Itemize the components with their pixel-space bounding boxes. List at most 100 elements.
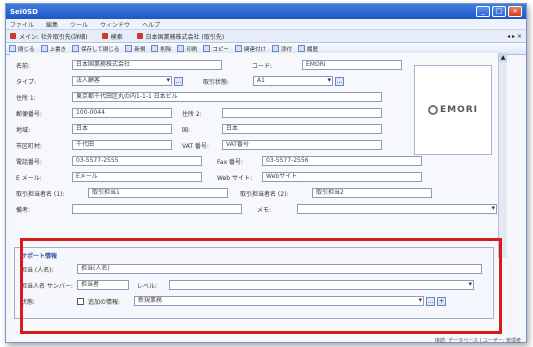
name-label: 名前: <box>16 62 31 70</box>
row-memo: 備考: メモ: <box>16 203 497 215</box>
status-bar: 接続: データベース | ユーザー: 管理者 <box>434 338 521 344</box>
tab-main[interactable]: メイン: 社外取引先(詳細) <box>10 32 88 41</box>
company-logo: EMORI <box>427 105 479 115</box>
history-icon <box>297 45 305 52</box>
city-field[interactable]: 千代田 <box>72 140 172 150</box>
save-close-icon <box>72 45 80 52</box>
copy-label: コピー <box>212 46 229 53</box>
menu-window[interactable]: ウィンドウ <box>100 20 130 29</box>
highlight-box <box>20 238 502 334</box>
account-icon <box>136 33 143 39</box>
address-field[interactable]: 東京都千代田区丸の内1-1-1 日本ビル <box>72 92 382 102</box>
minimize-button[interactable]: _ <box>476 6 490 17</box>
new-label: 新規 <box>134 46 146 53</box>
address2-field[interactable] <box>222 108 382 118</box>
postal-field[interactable]: 100-0044 <box>72 108 172 118</box>
tab-account-label: 日本国業務株式会社 (取引先) <box>145 33 225 41</box>
region-label: 地域: <box>16 126 31 134</box>
tab-account[interactable]: 日本国業務株式会社 (取引先) <box>136 32 225 41</box>
new-icon <box>125 45 133 52</box>
print-label: 印刷 <box>186 46 198 53</box>
rank-select[interactable]: A1 <box>253 76 333 86</box>
close-doc-icon <box>9 45 16 52</box>
save-close-button[interactable]: 保存して閉じる <box>72 45 119 53</box>
print-icon <box>177 45 185 52</box>
search-icon <box>101 33 108 39</box>
code-label: コード: <box>252 62 273 70</box>
maximize-button[interactable]: □ <box>492 6 506 17</box>
delete-label: 削除 <box>160 46 172 53</box>
logo-ring-icon <box>427 105 438 115</box>
vat-label: VAT 番号: <box>182 142 209 150</box>
type-lookup-button[interactable]: … <box>174 76 183 86</box>
record-icon <box>10 33 16 39</box>
window-title: Sei0SD <box>10 7 38 16</box>
row-phone: 電話番号: 03-5577-2555 Fax 番号: 03-5577-2556 <box>16 155 422 167</box>
rank-lookup-button[interactable]: … <box>335 76 344 86</box>
memo-label: 備考: <box>16 206 31 214</box>
row-address: 住所 1: 東京都千代田区丸の内1-1-1 日本ビル <box>16 91 382 103</box>
overwrite-button[interactable]: 上書き <box>40 45 67 53</box>
phone-label: 電話番号: <box>16 158 43 166</box>
region-field[interactable]: 日本 <box>72 124 172 134</box>
web-field[interactable]: Webサイト <box>262 172 422 182</box>
country-field[interactable]: 日本 <box>222 124 382 134</box>
scroll-up-icon[interactable]: ▲ <box>499 53 507 62</box>
row-postal: 郵便番号: 100-0044 住所 2: <box>16 107 382 119</box>
close-doc-button[interactable]: 閉じる <box>9 45 35 53</box>
title-bar: Sei0SD _ □ × <box>6 4 526 19</box>
close-doc-label: 閉じる <box>18 46 35 53</box>
attach-label: 添付 <box>280 46 292 53</box>
fax-field[interactable]: 03-5577-2556 <box>262 156 422 166</box>
memo-field[interactable] <box>72 204 242 214</box>
menu-help[interactable]: ヘルプ <box>142 20 160 29</box>
logo-panel: EMORI <box>414 65 492 155</box>
city-label: 市区町村: <box>16 142 43 150</box>
close-button[interactable]: × <box>508 6 522 17</box>
code-field[interactable]: EMORI <box>302 60 402 70</box>
type-select[interactable]: 法人顧客 <box>72 76 172 86</box>
contact1-field[interactable]: 取引担当1 <box>88 188 228 198</box>
menu-file[interactable]: ファイル <box>10 20 34 29</box>
paperclip-icon <box>271 45 279 52</box>
tab-nav-controls[interactable]: ◂ ▸ × <box>507 33 522 40</box>
row-email: E メール: Eメール Web サイト: Webサイト <box>16 171 422 183</box>
row-city: 市区町村: 千代田 VAT 番号: VAT番号 <box>16 139 382 151</box>
save-close-label: 保存して閉じる <box>81 46 120 53</box>
history-button[interactable]: 履歴 <box>297 45 318 53</box>
menu-edit[interactable]: 編集 <box>46 20 58 29</box>
new-button[interactable]: 新規 <box>125 45 145 53</box>
row-name: 名前: 日本国業務株式会社 コード: EMORI <box>16 59 402 71</box>
country-label: 国: <box>182 126 191 134</box>
memo2-label: メモ: <box>257 206 272 214</box>
menu-bar: ファイル 編集 ツール ウィンドウ ヘルプ <box>6 19 526 30</box>
name-field[interactable]: 日本国業務株式会社 <box>72 60 222 70</box>
link-icon <box>234 45 242 52</box>
delete-icon <box>151 45 159 52</box>
row-type: タイプ: 法人顧客 … 取引状態: A1 … <box>16 75 344 87</box>
print-button[interactable]: 印刷 <box>177 45 197 53</box>
address2-label: 住所 2: <box>182 110 202 118</box>
memo2-select[interactable] <box>297 204 497 214</box>
copy-button[interactable]: コピー <box>203 45 229 53</box>
history-label: 履歴 <box>306 46 318 53</box>
copy-icon <box>203 45 211 52</box>
attach-button[interactable]: 添付 <box>271 45 292 53</box>
contact2-field[interactable]: 取引担当2 <box>312 188 432 198</box>
disk-icon <box>40 45 48 52</box>
tab-search-label: 検索 <box>110 33 123 41</box>
menu-tools[interactable]: ツール <box>70 20 88 29</box>
tab-search[interactable]: 検索 <box>101 32 123 41</box>
delete-button[interactable]: 削除 <box>151 45 171 53</box>
vat-field[interactable]: VAT番号 <box>222 140 382 150</box>
overwrite-label: 上書き <box>49 46 67 53</box>
vertical-scrollbar[interactable]: ▲ <box>498 53 507 258</box>
fax-label: Fax 番号: <box>217 158 244 166</box>
row-contacts: 取引担当者名 (1): 取引担当1 取引担当者名 (2): 取引担当2 <box>16 187 432 199</box>
email-label: E メール: <box>16 174 42 182</box>
rank-label: 取引状態: <box>203 78 230 86</box>
email-field[interactable]: Eメール <box>72 172 202 182</box>
phone-field[interactable]: 03-5577-2555 <box>72 156 202 166</box>
logo-text: EMORI <box>439 105 479 115</box>
link-button[interactable]: 関連付け <box>234 45 266 53</box>
